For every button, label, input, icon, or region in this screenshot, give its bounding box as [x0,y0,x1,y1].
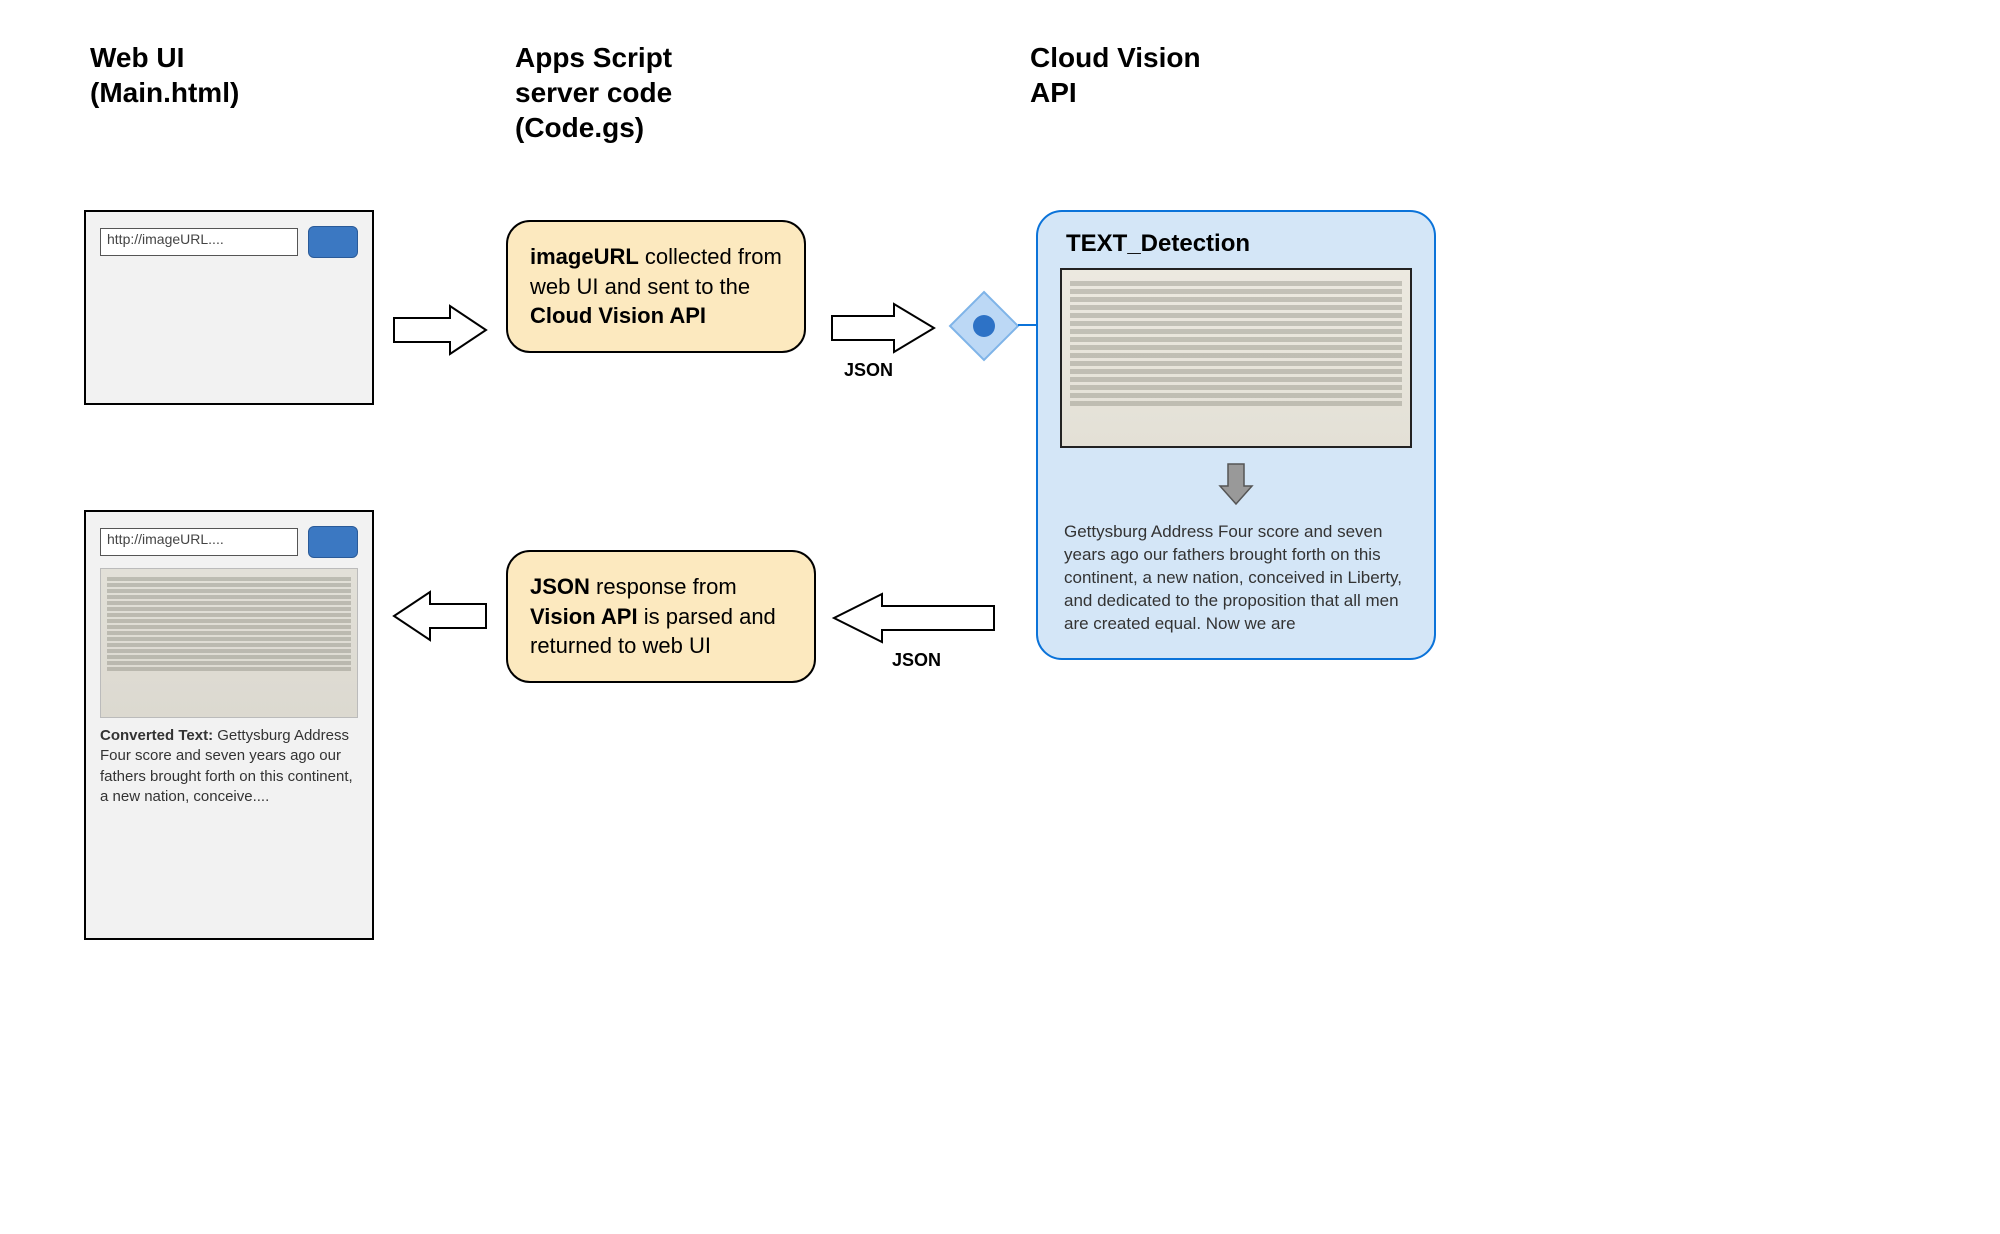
document-image-preview [100,568,358,718]
cloud-vision-panel: TEXT_Detection Gettysburg Address Four s… [1036,210,1436,660]
vision-eye-icon [944,286,1024,371]
diagram-canvas: Web UI(Main.html) Apps Scriptserver code… [60,40,1460,1120]
document-image-preview [1060,268,1412,448]
webui-before-box: http://imageURL.... [84,210,374,405]
connector-line [1018,324,1038,326]
url-input[interactable]: http://imageURL.... [100,528,298,556]
arrow-right-icon [828,300,938,361]
converted-text-output: Converted Text: Gettysburg Address Four … [100,726,358,807]
arrow-label-json: JSON [844,360,893,381]
header-apps: Apps Scriptserver code(Code.gs) [515,40,672,145]
apps-step2-text: JSON response from Vision API is parsed … [530,574,776,658]
arrow-left-icon [828,590,998,651]
url-input[interactable]: http://imageURL.... [100,228,298,256]
arrow-right-icon [390,302,490,363]
header-webui: Web UI(Main.html) [90,40,239,110]
apps-script-step-1: imageURL collected from web UI and sent … [506,220,806,353]
arrow-label-json: JSON [892,650,941,671]
vision-panel-title: TEXT_Detection [1066,230,1412,258]
submit-button[interactable] [308,226,358,258]
apps-script-step-2: JSON response from Vision API is parsed … [506,550,816,683]
webui-after-box: http://imageURL.... Converted Text: Gett… [84,510,374,940]
submit-button[interactable] [308,526,358,558]
header-vision: Cloud VisionAPI [1030,40,1201,110]
arrow-left-icon [390,588,490,649]
extracted-text: Gettysburg Address Four score and seven … [1060,521,1412,636]
arrow-down-icon [1060,460,1412,513]
apps-step1-text: imageURL collected from web UI and sent … [530,244,782,328]
